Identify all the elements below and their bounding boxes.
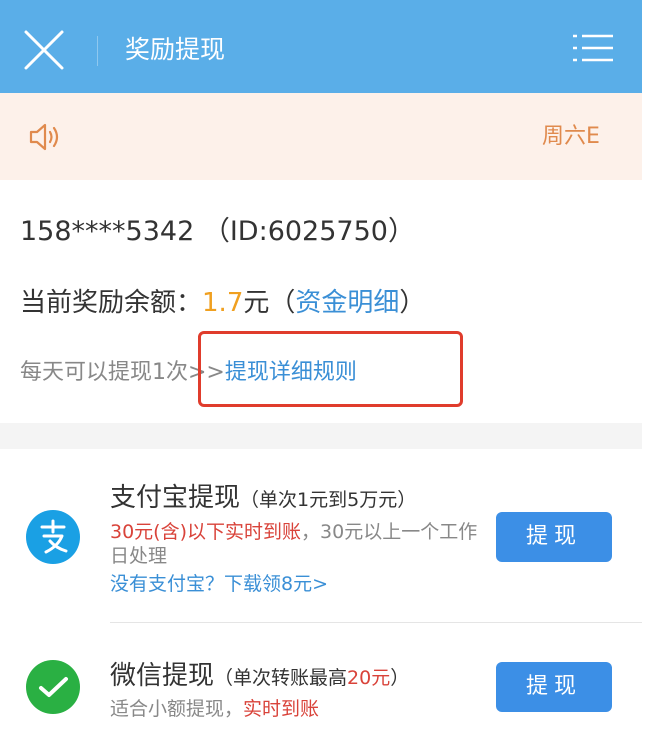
balance-unit: 元 (243, 288, 270, 318)
page-title: 奖励提现 (125, 35, 226, 64)
wechat-title: 微信提现 (110, 661, 215, 691)
wechat-desc-highlight: 实时到账 (243, 698, 320, 720)
alipay-desc-highlight: 30元(含)以下实时到账 (110, 521, 302, 543)
wechat-desc-text: 适合小额提现， (110, 698, 244, 720)
fund-detail-link[interactable]: 资金明细 (295, 288, 399, 318)
wechat-withdraw-button[interactable]: 提现 (496, 662, 612, 712)
wechat-desc: 适合小额提现，实时到账 (110, 697, 319, 721)
alipay-download-link[interactable]: 没有支付宝？下载领8元> (110, 572, 328, 596)
header-separator (97, 36, 98, 66)
paren-close: ） (399, 288, 426, 318)
notice-text: 周六E (542, 124, 600, 149)
wechat-icon (26, 660, 80, 714)
close-icon[interactable] (22, 28, 66, 72)
alipay-withdraw-button[interactable]: 提现 (496, 512, 612, 562)
section-gap (0, 423, 642, 449)
menu-icon[interactable] (573, 33, 613, 63)
wechat-title-row: 微信提现（单次转账最高20元） (110, 659, 409, 695)
account-info: 158****5342 （ID:6025750） (20, 214, 415, 250)
balance-amount: 1.7 (202, 288, 244, 318)
paren-open: （ (269, 288, 296, 318)
account-id: （ID:6025750） (202, 216, 415, 247)
wechat-subtitle-highlight: 20元 (347, 667, 391, 689)
balance-row: 当前奖励余额：1.7元（资金明细） (20, 285, 425, 321)
speaker-icon (29, 123, 59, 151)
app-header: 奖励提现 (0, 0, 642, 93)
list-divider (110, 622, 642, 623)
alipay-icon (26, 510, 80, 564)
rule-prefix: 每天可以提现1次>> (20, 360, 225, 385)
wechat-subtitle-b: ） (390, 667, 410, 689)
highlight-box (198, 331, 463, 407)
account-phone: 158****5342 (20, 216, 195, 247)
alipay-desc: 30元(含)以下实时到账，30元以上一个工作日处理 (110, 520, 485, 568)
balance-label: 当前奖励余额： (20, 288, 203, 318)
wechat-subtitle-a: （单次转账最高 (214, 667, 348, 689)
alipay-title: 支付宝提现 (110, 483, 241, 513)
alipay-subtitle: （单次1元到5万元） (240, 489, 417, 511)
alipay-title-row: 支付宝提现（单次1元到5万元） (110, 481, 416, 517)
